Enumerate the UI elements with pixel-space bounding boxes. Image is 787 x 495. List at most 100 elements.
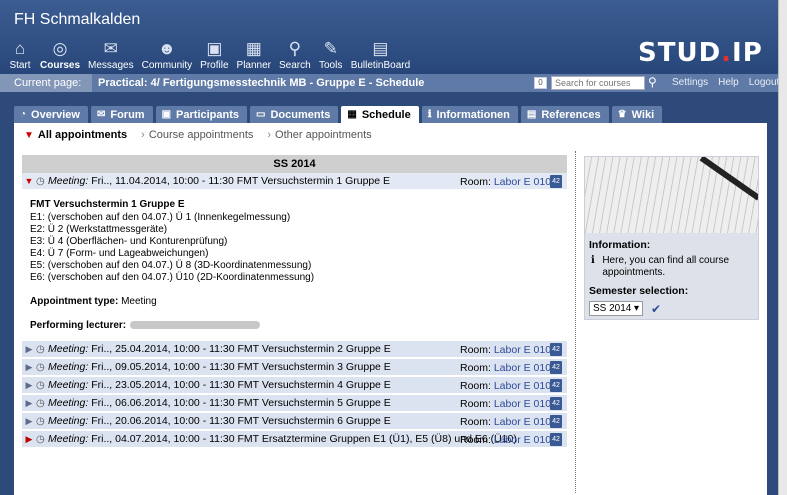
sidebar-semester-heading: Semester selection:	[589, 285, 689, 297]
chevron-down-icon: ▼	[24, 129, 34, 141]
subnav: ▼ All appointments › Course appointments ›…	[24, 129, 372, 141]
nav-item-courses[interactable]: ◎ Courses	[40, 38, 80, 71]
clock-icon: ◷	[36, 361, 45, 373]
header-links: Settings Help Logout	[672, 77, 779, 88]
tab-participants-icon: ▣	[161, 109, 172, 120]
room-link[interactable]: Labor E 0104	[494, 380, 557, 392]
tab-schedule[interactable]: ▦ Schedule	[341, 106, 419, 123]
help-link[interactable]: Help	[718, 77, 739, 88]
room-link[interactable]: Labor E 0104	[494, 176, 557, 188]
main-nav: ⌂ Start ◎ Courses ✉ Messages ☻ Community ▣ Profil…	[8, 38, 418, 71]
search-icon[interactable]: ⚲	[648, 75, 657, 89]
appointment-row[interactable]: ▼ ◷ Meeting: Fri.., 11.04.2014, 10:00 - 11…	[22, 173, 567, 191]
subnav-all-appointments[interactable]: ▼ All appointments	[24, 129, 127, 141]
info-icon: i	[591, 255, 595, 266]
main-content: ▼ All appointments › Course appointments ›…	[14, 123, 767, 495]
appointment-row[interactable]: ▶ ◷ Meeting: Fri.., 09.05.2014, 10:00 - 11…	[22, 359, 567, 377]
planner-icon: ▦	[245, 39, 262, 58]
chevron-right-icon[interactable]: ▶	[22, 362, 36, 373]
clock-icon: ◷	[36, 343, 45, 355]
appointment-row[interactable]: ▶ ◷ Meeting: Fri.., 06.06.2014, 10:00 - 11…	[22, 395, 567, 413]
appointment-row[interactable]: ▶ ◷ Meeting: Fri.., 25.04.2014, 10:00 - 11…	[22, 341, 567, 359]
tab-informationen-icon: ℹ	[427, 109, 432, 120]
tab-informationen[interactable]: ℹ Informationen	[421, 106, 518, 123]
details-line: E3: Ü 4 (Oberflächen- und Konturenprüfun…	[30, 236, 228, 247]
chevron-right-icon[interactable]: ▶	[22, 416, 36, 427]
chevron-right-icon[interactable]: ▶	[22, 344, 36, 355]
course-tabs: ◔ Overview ✉ Forum ▣ Participants ▭ Documents ▦ S…	[14, 106, 665, 123]
calendar-icon[interactable]: 42	[550, 415, 562, 428]
nav-item-community[interactable]: ☻ Community	[142, 38, 193, 71]
chevron-right-icon[interactable]: ▶	[22, 380, 36, 391]
breadcrumb-bar: Current page: Practical: 4/ Fertigungsme…	[0, 74, 779, 92]
appointment-row[interactable]: ▶ ◷ Meeting: Fri.., 04.07.2014, 10:00 - 11…	[22, 431, 567, 449]
clock-icon: ◷	[36, 379, 45, 391]
clock-icon: ◷	[36, 175, 45, 187]
calendar-icon[interactable]: 42	[550, 379, 562, 392]
calendar-icon[interactable]: 42	[550, 175, 562, 188]
subnav-other-appointments[interactable]: › Other appointments	[267, 129, 371, 141]
room-link[interactable]: Labor E 0104	[494, 362, 557, 374]
semester-select[interactable]: SS 2014 ▾	[589, 301, 643, 316]
redacted-lecturer	[130, 321, 261, 330]
subnav-course-appointments[interactable]: › Course appointments	[141, 129, 253, 141]
appointment-row[interactable]: ▶ ◷ Meeting: Fri.., 23.05.2014, 10:00 - 11…	[22, 377, 567, 395]
calendar-photo	[585, 157, 758, 233]
nav-item-planner[interactable]: ▦ Planner	[237, 38, 271, 71]
nav-item-search[interactable]: ⚲ Search	[279, 38, 311, 71]
breadcrumb-title: Practical: 4/ Fertigungsmesstechnik MB -…	[98, 77, 425, 89]
checkmark-icon[interactable]: ✔	[651, 302, 661, 316]
room-link[interactable]: Labor E 0104	[494, 344, 557, 356]
clock-icon: ◷	[36, 433, 45, 445]
header: FH Schmalkalden ⌂ Start ◎ Courses ✉ Messages ☻…	[0, 0, 778, 74]
column-divider	[575, 151, 576, 493]
calendar-icon[interactable]: 42	[550, 361, 562, 374]
chevron-right-icon[interactable]: ▶	[22, 434, 36, 445]
sidebar-info-heading: Information:	[589, 239, 651, 251]
tab-forum[interactable]: ✉ Forum	[90, 106, 153, 123]
courses-icon: ◎	[52, 39, 68, 58]
community-icon: ☻	[157, 39, 176, 58]
studip-logo[interactable]: STUD.IP	[638, 38, 763, 68]
appointment-details: FMT Versuchstermin 1 Gruppe E E1: (versch…	[22, 191, 567, 341]
tab-wiki-icon: ♛	[617, 109, 627, 120]
room-link[interactable]: Labor E 0104	[494, 416, 557, 428]
appointment-row[interactable]: ▶ ◷ Meeting: Fri.., 20.06.2014, 10:00 - 11…	[22, 413, 567, 431]
nav-item-profile[interactable]: ▣ Profile	[200, 38, 228, 71]
details-line: E1: (verschoben auf den 04.07.) Ü 1 (Inn…	[30, 212, 291, 223]
chevron-right-icon: ›	[267, 129, 272, 141]
nav-item-messages[interactable]: ✉ Messages	[88, 38, 134, 71]
tools-icon: ✎	[323, 39, 338, 58]
details-heading: FMT Versuchstermin 1 Gruppe E	[30, 199, 185, 210]
logout-link[interactable]: Logout	[749, 77, 780, 88]
tab-references[interactable]: ▤ References	[520, 106, 609, 123]
nav-item-tools[interactable]: ✎ Tools	[319, 38, 343, 71]
sidebar-info: i Here, you can find all course appointme…	[591, 255, 730, 278]
tab-participants[interactable]: ▣ Participants	[155, 106, 248, 123]
nav-item-start[interactable]: ⌂ Start	[8, 38, 32, 71]
notification-badge[interactable]: 0	[534, 77, 547, 89]
tab-overview[interactable]: ◔ Overview	[14, 106, 88, 123]
semester-header: SS 2014	[22, 155, 567, 173]
tab-documents-icon: ▭	[256, 109, 266, 120]
calendar-icon[interactable]: 42	[550, 397, 562, 410]
chevron-down-icon[interactable]: ▼	[22, 176, 36, 186]
site-title: FH Schmalkalden	[14, 11, 141, 28]
messages-icon: ✉	[103, 39, 118, 58]
details-line: E2: Ü 2 (Werkstattmessgeräte)	[30, 224, 168, 235]
chevron-right-icon[interactable]: ▶	[22, 398, 36, 409]
calendar-icon[interactable]: 42	[550, 343, 562, 356]
details-line: E5: (verschoben auf den 04.07.) Ü 8 (3D-…	[30, 260, 312, 271]
tab-documents[interactable]: ▭ Documents	[250, 106, 339, 123]
bulletin-board-icon: ▤	[372, 39, 389, 58]
nav-item-bulletinboard[interactable]: ▤ BulletinBoard	[351, 38, 410, 71]
room-link[interactable]: Labor E 0104	[494, 398, 557, 410]
room-link[interactable]: Labor E 0104	[494, 434, 557, 446]
course-search-input[interactable]	[551, 76, 645, 90]
tab-wiki[interactable]: ♛ Wiki	[611, 106, 663, 123]
chevron-down-icon: ▾	[633, 303, 639, 314]
calendar-icon[interactable]: 42	[550, 433, 562, 446]
window-scrollbar[interactable]	[778, 0, 787, 495]
profile-icon: ▣	[206, 39, 223, 58]
settings-link[interactable]: Settings	[672, 77, 708, 88]
